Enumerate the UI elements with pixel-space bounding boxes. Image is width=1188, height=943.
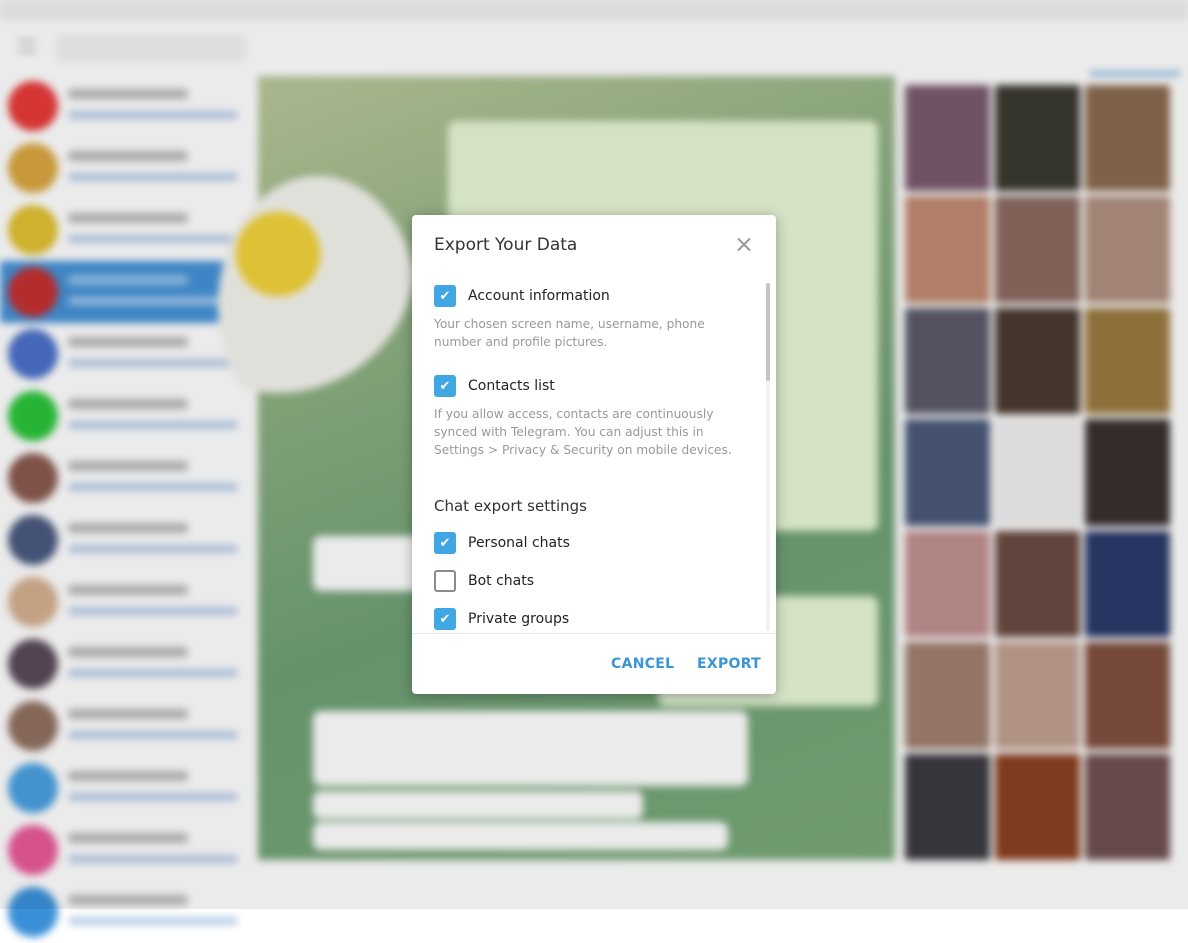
export-button[interactable]: EXPORT <box>697 656 761 672</box>
footer-divider <box>412 633 776 634</box>
export-data-dialog: Export Your Data ✔ Account information Y… <box>412 215 776 694</box>
checkbox-account-information[interactable]: ✔ Account information <box>434 285 610 307</box>
close-icon[interactable] <box>734 235 754 255</box>
checkbox-private-groups[interactable]: ✔ Private groups <box>434 608 569 630</box>
dialog-scrollbar[interactable] <box>766 283 770 631</box>
option-label: Account information <box>468 288 610 304</box>
checkbox-unchecked-icon <box>434 570 456 592</box>
checkbox-checked-icon: ✔ <box>434 375 456 397</box>
checkbox-checked-icon: ✔ <box>434 608 456 630</box>
checkbox-checked-icon: ✔ <box>434 532 456 554</box>
cancel-button[interactable]: CANCEL <box>611 656 674 672</box>
dialog-title: Export Your Data <box>434 235 578 255</box>
scrollbar-thumb[interactable] <box>766 283 770 381</box>
option-label: Bot chats <box>468 573 535 589</box>
option-label: Private groups <box>468 611 570 627</box>
option-description: If you allow access, contacts are contin… <box>434 407 732 457</box>
chat-preview-placeholder <box>68 917 238 925</box>
option-label: Contacts list <box>468 378 555 394</box>
option-description: Your chosen screen name, username, phone… <box>434 317 705 349</box>
checkbox-bot-chats[interactable]: Bot chats <box>434 570 534 592</box>
option-label: Personal chats <box>468 535 570 551</box>
checkbox-personal-chats[interactable]: ✔ Personal chats <box>434 532 570 554</box>
checkbox-contacts-list[interactable]: ✔ Contacts list <box>434 375 555 397</box>
section-title: Chat export settings <box>434 497 587 515</box>
checkbox-checked-icon: ✔ <box>434 285 456 307</box>
